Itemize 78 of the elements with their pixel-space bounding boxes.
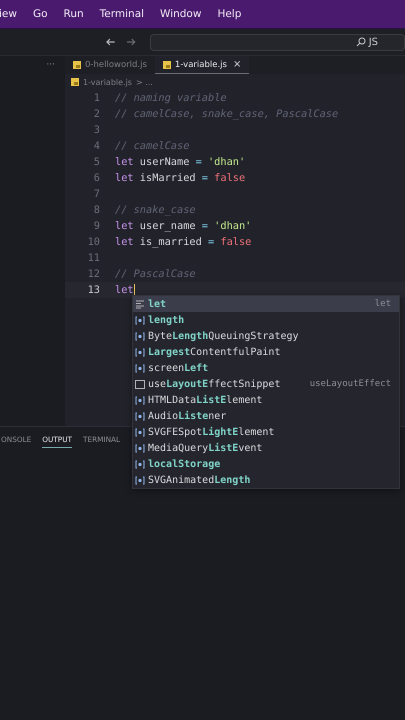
js-file-icon (162, 60, 171, 68)
line-number: 11 (86, 252, 100, 264)
variable-icon (135, 348, 145, 356)
code-token: 'dhan' (208, 156, 246, 168)
code-token: // naming variable (115, 92, 227, 104)
variable-icon (135, 444, 145, 452)
suggestion-item[interactable]: ByteLengthQueuingStrategy (133, 328, 399, 344)
code-token: let (115, 284, 134, 296)
editor-tab[interactable]: 1-variable.js × (154, 56, 250, 74)
menu-item[interactable]: Go (32, 8, 48, 20)
code-token: // camelCase (115, 140, 190, 152)
suggestion-item[interactable]: MediaQueryListEvent (133, 440, 399, 456)
line-number: 3 (92, 124, 100, 136)
suggestion-item[interactable]: LargestContentfulPaint (133, 344, 399, 360)
suggestion-item[interactable]: screenLeft (133, 360, 399, 376)
js-file-icon (73, 61, 81, 69)
line-number: 5 (92, 156, 100, 168)
editor-tab[interactable]: 0-helloworld.js (65, 56, 155, 74)
search-icon (356, 37, 366, 47)
menu-item[interactable]: Window (160, 8, 202, 20)
code-token: is_married (140, 236, 202, 248)
variable-icon (135, 412, 145, 420)
code-token: = (196, 156, 202, 168)
suggestion-item[interactable]: let let (133, 296, 399, 312)
code-token: let (115, 156, 134, 168)
line-number: 7 (92, 188, 100, 200)
code-token: 'dhan' (214, 220, 252, 232)
code-token: = (202, 172, 208, 184)
js-file-icon (71, 78, 79, 86)
menu-item[interactable]: Help (217, 8, 242, 20)
suggestion-item[interactable]: AudioListener (133, 408, 399, 424)
variable-icon (135, 476, 145, 484)
suggestion-item[interactable]: SVGFESpotLightElement (133, 424, 399, 440)
code-token: = (202, 220, 208, 232)
back-arrow-icon[interactable] (105, 36, 117, 48)
line-number: 12 (86, 268, 100, 280)
line-number: 10 (86, 236, 100, 248)
snippet-icon (135, 380, 145, 388)
variable-icon (135, 316, 145, 324)
forward-arrow-icon[interactable] (124, 36, 136, 48)
more-actions[interactable]: ··· (46, 60, 55, 72)
code-token: false (220, 236, 252, 248)
suggestion-item[interactable]: HTMLDataListElement (133, 392, 399, 408)
code-token: let (115, 172, 134, 184)
breadcrumb-more[interactable]: > ... (136, 78, 153, 86)
menu-item[interactable]: iew (0, 8, 17, 20)
code-token: // PascalCase (115, 268, 196, 280)
line-number: 4 (92, 140, 100, 152)
suggestion-item[interactable]: length (133, 312, 399, 328)
code-token: userName (140, 156, 190, 168)
variable-icon (135, 364, 145, 372)
code-token: let (115, 220, 134, 232)
variable-icon (135, 332, 145, 340)
line-number: 8 (92, 204, 100, 216)
search-field[interactable]: JS (150, 34, 405, 50)
suggestion-item[interactable]: localStorage (133, 456, 399, 472)
line-number: 13 (86, 284, 100, 296)
line-number: 1 (92, 92, 100, 104)
code-token: user_name (140, 220, 196, 232)
keyword-icon (135, 300, 145, 308)
code-token: // snake_case (115, 204, 196, 216)
code-token: // camelCase, snake_case, PascalCase (115, 108, 338, 120)
variable-icon (135, 396, 145, 404)
variable-icon (135, 460, 145, 468)
code-token: = (208, 236, 214, 248)
variable-icon (135, 428, 145, 436)
menu-item[interactable]: Terminal (100, 8, 144, 20)
suggestion-item[interactable]: useLayoutEffectSnippet useLayoutEffect (133, 376, 399, 392)
close-icon[interactable]: × (232, 59, 242, 70)
code-token: false (214, 172, 246, 184)
code-token: isMarried (140, 172, 196, 184)
line-number: 2 (92, 108, 100, 120)
code-token: let (115, 236, 134, 248)
menu-item[interactable]: Run (64, 8, 84, 20)
line-number: 9 (92, 220, 100, 232)
breadcrumb-file[interactable]: 1-variable.js (83, 78, 132, 86)
line-number: 6 (92, 172, 100, 184)
suggestion-item[interactable]: SVGAnimatedLength (133, 472, 399, 488)
